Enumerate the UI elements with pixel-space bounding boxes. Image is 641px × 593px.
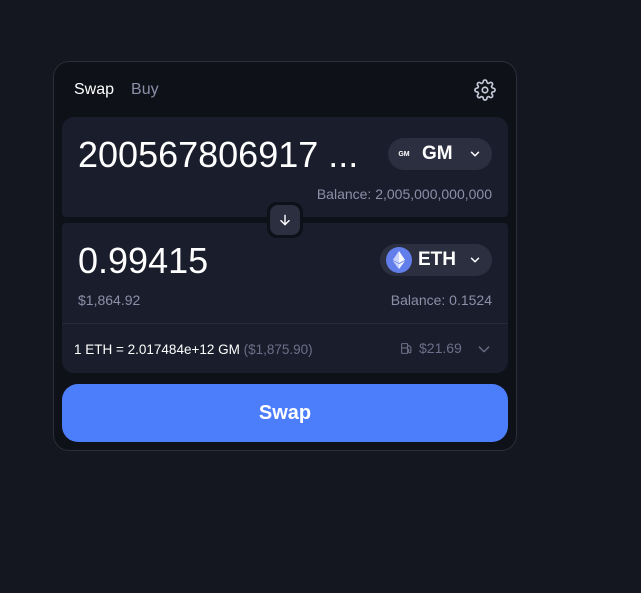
exchange-rate-text: 1 ETH = 2.017484e+12 GM xyxy=(74,342,240,357)
switch-direction-button[interactable] xyxy=(267,202,303,238)
gear-icon[interactable] xyxy=(474,79,496,101)
tab-bar: Swap Buy xyxy=(74,80,159,100)
output-usd-value: $1,864.92 xyxy=(78,292,141,308)
chevron-down-icon[interactable] xyxy=(476,341,492,357)
gm-token-logo: GM xyxy=(398,150,410,158)
swap-button[interactable]: Swap xyxy=(62,384,508,442)
input-amount-field[interactable]: 200567806917 ... xyxy=(78,135,378,175)
ethereum-icon xyxy=(386,247,412,273)
output-panel: 0.99415 ETH $1,864.92 Balance: 0.1524 1 … xyxy=(62,223,508,373)
swap-widget: Swap Buy 200567806917 ... GM GM Balance:… xyxy=(53,61,517,451)
output-token-selector[interactable]: ETH xyxy=(380,244,492,276)
tab-swap[interactable]: Swap xyxy=(74,80,114,100)
arrow-down-icon xyxy=(280,214,290,226)
output-amount-field[interactable]: 0.99415 xyxy=(78,241,338,281)
chevron-down-icon xyxy=(470,257,480,263)
chevron-down-icon xyxy=(470,151,480,157)
input-token-selector[interactable]: GM GM xyxy=(388,138,492,170)
exchange-rate[interactable]: 1 ETH = 2.017484e+12 GM ($1,875.90) xyxy=(74,342,313,357)
output-balance: Balance: 0.1524 xyxy=(390,292,492,308)
output-token-symbol: ETH xyxy=(418,249,456,270)
gas-value: $21.69 xyxy=(419,340,462,356)
divider xyxy=(62,323,508,324)
input-token-symbol: GM xyxy=(422,143,453,164)
tab-buy[interactable]: Buy xyxy=(131,80,159,100)
exchange-rate-usd: ($1,875.90) xyxy=(243,342,313,357)
gas-estimate: $21.69 xyxy=(400,340,462,356)
input-balance: Balance: 2,005,000,000,000 xyxy=(316,186,492,202)
gas-pump-icon xyxy=(401,342,412,354)
